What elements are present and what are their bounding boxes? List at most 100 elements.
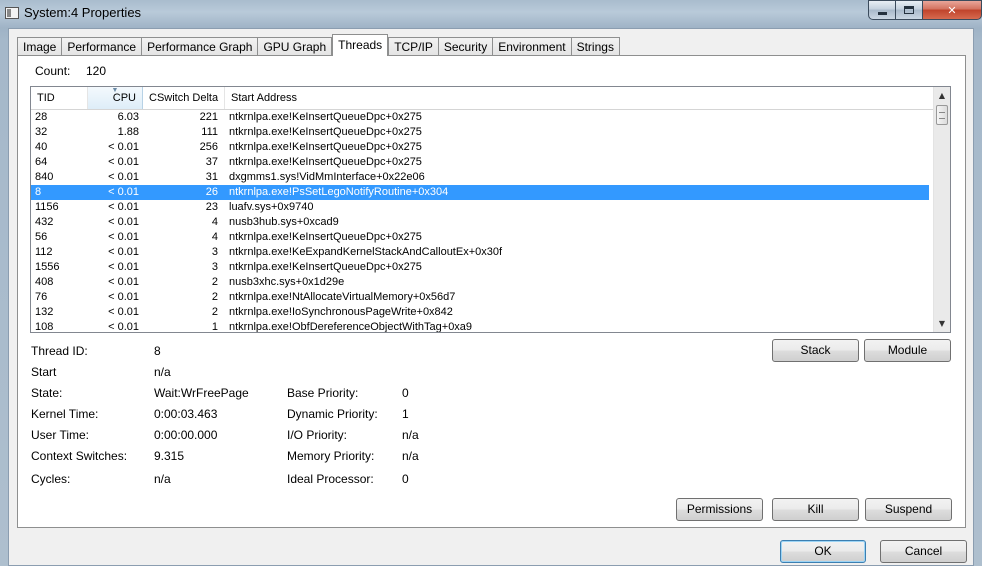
maximize-button[interactable] (896, 0, 923, 20)
user-time-label: User Time: (31, 428, 90, 442)
stack-button[interactable]: Stack (772, 339, 859, 362)
cell-start-address: ntkrnlpa.exe!NtAllocateVirtualMemory+0x5… (229, 291, 456, 303)
ideal-processor-label: Ideal Processor: (287, 472, 374, 486)
state-label: State: (31, 386, 63, 400)
cell-cpu: < 0.01 (108, 291, 139, 303)
cycles-value: n/a (154, 472, 171, 486)
start-label: Start (31, 365, 57, 379)
cell-tid: 32 (35, 126, 48, 138)
permissions-button[interactable]: Permissions (676, 498, 763, 521)
column-header-cpu[interactable]: ▼ CPU (88, 87, 143, 109)
cell-start-address: ntkrnlpa.exe!KeInsertQueueDpc+0x275 (229, 126, 422, 138)
cell-cswitch-delta: 37 (205, 156, 218, 168)
dynamic-priority-value: 1 (402, 407, 409, 421)
cell-tid: 76 (35, 291, 48, 303)
column-header-start-address[interactable]: Start Address (225, 87, 933, 109)
minimize-button[interactable] (868, 0, 896, 20)
cell-tid: 8 (35, 186, 42, 198)
cell-start-address: ntkrnlpa.exe!ObfDereferenceObjectWithTag… (229, 321, 473, 333)
table-row[interactable]: 432 < 0.01 4 nusb3hub.sys+0xcad9 (31, 215, 929, 230)
cell-tid: 840 (35, 171, 54, 183)
table-row[interactable]: 132 < 0.01 2 ntkrnlpa.exe!IoSynchronousPage… (31, 305, 929, 320)
base-priority-label: Base Priority: (287, 386, 359, 400)
cell-cswitch-delta: 31 (205, 171, 218, 183)
table-row[interactable]: 56 < 0.01 4 ntkrnlpa.exe!KeInsertQueueDpc+0… (31, 230, 929, 245)
threads-list[interactable]: TID ▼ CPU CSwitch Delta Start Address 28… (30, 86, 951, 333)
cell-tid: 432 (35, 216, 54, 228)
table-row[interactable]: 108 < 0.01 1 ntkrnlpa.exe!ObfDereferenceObj… (31, 320, 929, 333)
table-row[interactable]: 1156 < 0.01 23 luafv.sys+0x9740 (31, 200, 929, 215)
cell-cswitch-delta: 26 (205, 186, 218, 198)
cell-cpu: < 0.01 (108, 306, 139, 318)
cell-tid: 1556 (35, 261, 60, 273)
cell-cswitch-delta: 2 (211, 306, 218, 318)
cell-start-address: ntkrnlpa.exe!IoSynchronousPageWrite+0x84… (229, 306, 453, 318)
properties-window: System:4 Properties ✕ Image Performance … (0, 0, 982, 566)
context-switches-label: Context Switches: (31, 449, 128, 463)
cancel-button[interactable]: Cancel (880, 540, 967, 563)
start-value: n/a (154, 365, 171, 379)
dynamic-priority-label: Dynamic Priority: (287, 407, 378, 421)
cell-tid: 28 (35, 111, 48, 123)
table-row[interactable]: 408 < 0.01 2 nusb3xhc.sys+0x1d29e (31, 275, 929, 290)
column-header-tid[interactable]: TID (31, 87, 88, 109)
scrollbar-thumb[interactable] (936, 105, 948, 125)
vertical-scrollbar[interactable]: ▲ ▼ (933, 87, 950, 332)
cell-cswitch-delta: 2 (211, 276, 218, 288)
cell-tid: 132 (35, 306, 54, 318)
io-priority-value: n/a (402, 428, 419, 442)
cell-start-address: ntkrnlpa.exe!PsSetLegoNotifyRoutine+0x30… (229, 186, 449, 198)
kill-button[interactable]: Kill (772, 498, 859, 521)
table-row[interactable]: 76 < 0.01 2 ntkrnlpa.exe!NtAllocateVirtualM… (31, 290, 929, 305)
cell-cpu: < 0.01 (108, 186, 139, 198)
cell-cswitch-delta: 256 (199, 141, 218, 153)
table-row[interactable]: 32 1.88 111 ntkrnlpa.exe!KeInsertQueueDpc+0… (31, 125, 929, 140)
table-row[interactable]: 64 < 0.01 37 ntkrnlpa.exe!KeInsertQueueDpc+… (31, 155, 929, 170)
tab-tcp-ip[interactable]: TCP/IP (388, 37, 439, 56)
cell-cswitch-delta: 3 (211, 261, 218, 273)
cell-cswitch-delta: 4 (211, 216, 218, 228)
close-button[interactable]: ✕ (923, 0, 982, 20)
tab-threads[interactable]: Threads (332, 34, 389, 56)
maximize-icon (904, 6, 914, 14)
tab-image[interactable]: Image (17, 37, 63, 56)
suspend-button[interactable]: Suspend (865, 498, 952, 521)
state-value: Wait:WrFreePage (154, 386, 249, 400)
tab-strings[interactable]: Strings (570, 37, 620, 56)
tab-performance-graph[interactable]: Performance Graph (141, 37, 259, 56)
tab-gpu-graph[interactable]: GPU Graph (257, 37, 333, 56)
title-bar[interactable]: System:4 Properties ✕ (0, 0, 982, 28)
io-priority-label: I/O Priority: (287, 428, 348, 442)
tab-strip: Image Performance Performance Graph GPU … (17, 34, 620, 56)
table-row[interactable]: 1556 < 0.01 3 ntkrnlpa.exe!KeInsertQueueDpc… (31, 260, 929, 275)
tab-performance[interactable]: Performance (61, 37, 143, 56)
cell-start-address: ntkrnlpa.exe!KeInsertQueueDpc+0x275 (229, 111, 422, 123)
tab-environment[interactable]: Environment (492, 37, 572, 56)
cell-cswitch-delta: 221 (199, 111, 218, 123)
cell-start-address: luafv.sys+0x9740 (229, 201, 314, 213)
ok-button[interactable]: OK (780, 540, 866, 563)
tab-security[interactable]: Security (437, 37, 494, 56)
module-button[interactable]: Module (864, 339, 951, 362)
table-row[interactable]: 28 6.03 221 ntkrnlpa.exe!KeInsertQueueDpc+0… (31, 110, 929, 125)
table-row[interactable]: 840 < 0.01 31 dxgmms1.sys!VidMmInterface+0x… (31, 170, 929, 185)
cell-start-address: ntkrnlpa.exe!KeExpandKernelStackAndCallo… (229, 246, 503, 258)
kernel-time-value: 0:00:03.463 (154, 407, 218, 421)
table-row[interactable]: 40 < 0.01 256 ntkrnlpa.exe!KeInsertQueueDpc… (31, 140, 929, 155)
column-header-cswitch-delta[interactable]: CSwitch Delta (143, 87, 225, 109)
cell-start-address: ntkrnlpa.exe!KeInsertQueueDpc+0x275 (229, 141, 422, 153)
cell-cpu: < 0.01 (108, 156, 139, 168)
window-title: System:4 Properties (24, 5, 142, 20)
cell-tid: 1156 (35, 201, 59, 213)
threads-panel: Count: 120 TID ▼ CPU CSwitch Delta Start… (17, 55, 966, 528)
thread-rows: 28 6.03 221 ntkrnlpa.exe!KeInsertQueueDpc+0… (31, 110, 929, 333)
cell-cpu: 6.03 (117, 111, 139, 123)
table-row[interactable]: 8 < 0.01 26 ntkrnlpa.exe!PsSetLegoNotifyRou… (31, 185, 929, 200)
scroll-up-arrow-icon[interactable]: ▲ (934, 87, 950, 104)
thread-id-label: Thread ID: (31, 344, 88, 358)
scroll-down-arrow-icon[interactable]: ▼ (934, 315, 950, 332)
cell-cpu: < 0.01 (108, 201, 139, 213)
cell-start-address: dxgmms1.sys!VidMmInterface+0x22e06 (229, 171, 425, 183)
table-row[interactable]: 112 < 0.01 3 ntkrnlpa.exe!KeExpandKernelSta… (31, 245, 929, 260)
count-value: 120 (86, 64, 107, 78)
